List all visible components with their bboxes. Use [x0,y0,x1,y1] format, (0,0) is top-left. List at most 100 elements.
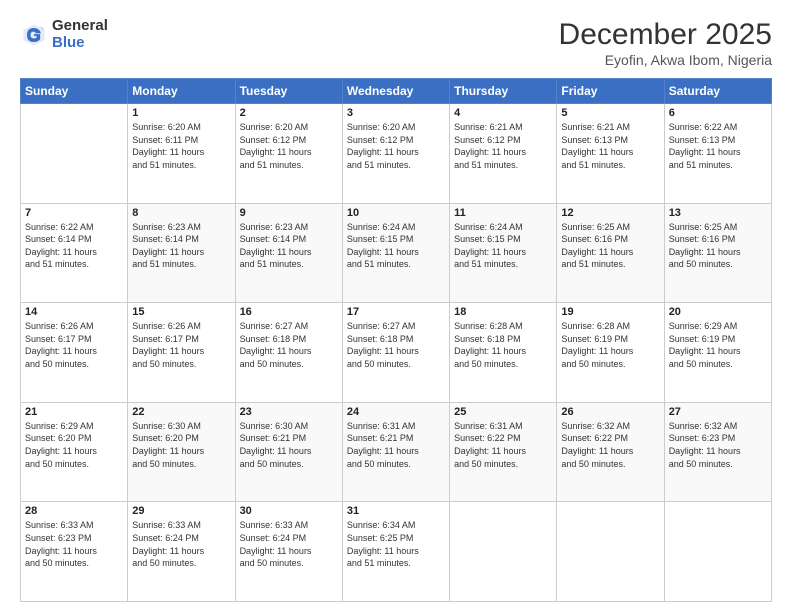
calendar-cell: 16 Sunrise: 6:27 AM Sunset: 6:18 PM Dayli… [235,303,342,403]
calendar-week-5: 28 Sunrise: 6:33 AM Sunset: 6:23 PM Dayli… [21,502,772,602]
day-info: Sunrise: 6:20 AM Sunset: 6:12 PM Dayligh… [347,121,445,171]
calendar-cell: 30 Sunrise: 6:33 AM Sunset: 6:24 PM Dayli… [235,502,342,602]
calendar-body: 1 Sunrise: 6:20 AM Sunset: 6:11 PM Daylig… [21,104,772,602]
day-info: Sunrise: 6:30 AM Sunset: 6:20 PM Dayligh… [132,420,230,470]
calendar-cell: 10 Sunrise: 6:24 AM Sunset: 6:15 PM Dayli… [342,203,449,303]
day-number: 5 [561,107,659,119]
calendar-cell: 22 Sunrise: 6:30 AM Sunset: 6:20 PM Dayli… [128,402,235,502]
page: General Blue December 2025 Eyofin, Akwa … [0,0,792,612]
calendar-cell [557,502,664,602]
generalblue-logo-icon [20,21,48,49]
day-info: Sunrise: 6:24 AM Sunset: 6:15 PM Dayligh… [454,221,552,271]
day-info: Sunrise: 6:33 AM Sunset: 6:23 PM Dayligh… [25,519,123,569]
calendar-cell: 6Sunrise: 6:22 AM Sunset: 6:13 PM Daylig… [664,104,771,204]
calendar-cell: 15Sunrise: 6:26 AM Sunset: 6:17 PM Dayli… [128,303,235,403]
calendar-cell: 18 Sunrise: 6:28 AM Sunset: 6:18 PM Dayli… [450,303,557,403]
day-info: Sunrise: 6:33 AM Sunset: 6:24 PM Dayligh… [240,519,338,569]
day-number: 20 [669,306,767,318]
calendar-cell: 11 Sunrise: 6:24 AM Sunset: 6:15 PM Dayli… [450,203,557,303]
day-number: 18 [454,306,552,318]
calendar-week-2: 7Sunrise: 6:22 AM Sunset: 6:14 PM Daylig… [21,203,772,303]
calendar-cell [21,104,128,204]
calendar-week-4: 21Sunrise: 6:29 AM Sunset: 6:20 PM Dayli… [21,402,772,502]
day-number: 23 [240,406,338,418]
day-info: Sunrise: 6:28 AM Sunset: 6:18 PM Dayligh… [454,320,552,370]
weekday-header-tuesday: Tuesday [235,79,342,104]
day-info: Sunrise: 6:31 AM Sunset: 6:21 PM Dayligh… [347,420,445,470]
day-number: 17 [347,306,445,318]
calendar-cell: 20 Sunrise: 6:29 AM Sunset: 6:19 PM Dayli… [664,303,771,403]
day-number: 3 [347,107,445,119]
day-info: Sunrise: 6:33 AM Sunset: 6:24 PM Dayligh… [132,519,230,569]
logo-blue: Blue [52,35,108,52]
day-number: 24 [347,406,445,418]
calendar-cell: 5 Sunrise: 6:21 AM Sunset: 6:13 PM Daylig… [557,104,664,204]
calendar-cell: 24 Sunrise: 6:31 AM Sunset: 6:21 PM Dayli… [342,402,449,502]
day-info: Sunrise: 6:30 AM Sunset: 6:21 PM Dayligh… [240,420,338,470]
calendar-cell: 13Sunrise: 6:25 AM Sunset: 6:16 PM Dayli… [664,203,771,303]
day-number: 9 [240,207,338,219]
weekday-header-monday: Monday [128,79,235,104]
day-info: Sunrise: 6:24 AM Sunset: 6:15 PM Dayligh… [347,221,445,271]
day-number: 22 [132,406,230,418]
calendar-cell: 2 Sunrise: 6:20 AM Sunset: 6:12 PM Daylig… [235,104,342,204]
day-number: 29 [132,505,230,517]
day-info: Sunrise: 6:31 AM Sunset: 6:22 PM Dayligh… [454,420,552,470]
day-number: 15 [132,306,230,318]
day-number: 31 [347,505,445,517]
calendar-cell: 26Sunrise: 6:32 AM Sunset: 6:22 PM Dayli… [557,402,664,502]
day-info: Sunrise: 6:27 AM Sunset: 6:18 PM Dayligh… [347,320,445,370]
day-number: 16 [240,306,338,318]
weekday-header-wednesday: Wednesday [342,79,449,104]
day-number: 28 [25,505,123,517]
calendar-cell: 17 Sunrise: 6:27 AM Sunset: 6:18 PM Dayli… [342,303,449,403]
weekday-header-friday: Friday [557,79,664,104]
day-info: Sunrise: 6:32 AM Sunset: 6:22 PM Dayligh… [561,420,659,470]
calendar-cell: 14 Sunrise: 6:26 AM Sunset: 6:17 PM Dayli… [21,303,128,403]
day-info: Sunrise: 6:23 AM Sunset: 6:14 PM Dayligh… [240,221,338,271]
day-info: Sunrise: 6:20 AM Sunset: 6:12 PM Dayligh… [240,121,338,171]
day-number: 27 [669,406,767,418]
day-number: 2 [240,107,338,119]
day-number: 11 [454,207,552,219]
calendar-cell: 9 Sunrise: 6:23 AM Sunset: 6:14 PM Daylig… [235,203,342,303]
day-info: Sunrise: 6:20 AM Sunset: 6:11 PM Dayligh… [132,121,230,171]
logo-text: General Blue [52,18,108,51]
day-number: 12 [561,207,659,219]
day-info: Sunrise: 6:29 AM Sunset: 6:20 PM Dayligh… [25,420,123,470]
day-number: 25 [454,406,552,418]
calendar-cell: 23 Sunrise: 6:30 AM Sunset: 6:21 PM Dayli… [235,402,342,502]
day-number: 10 [347,207,445,219]
calendar-cell: 19 Sunrise: 6:28 AM Sunset: 6:19 PM Dayli… [557,303,664,403]
calendar-cell: 8Sunrise: 6:23 AM Sunset: 6:14 PM Daylig… [128,203,235,303]
day-info: Sunrise: 6:21 AM Sunset: 6:13 PM Dayligh… [561,121,659,171]
calendar-cell: 3 Sunrise: 6:20 AM Sunset: 6:12 PM Daylig… [342,104,449,204]
day-number: 13 [669,207,767,219]
day-number: 19 [561,306,659,318]
day-number: 30 [240,505,338,517]
calendar-cell: 28 Sunrise: 6:33 AM Sunset: 6:23 PM Dayli… [21,502,128,602]
calendar-cell: 12 Sunrise: 6:25 AM Sunset: 6:16 PM Dayli… [557,203,664,303]
calendar-cell [664,502,771,602]
logo-general: General [52,18,108,35]
calendar-cell: 29 Sunrise: 6:33 AM Sunset: 6:24 PM Dayli… [128,502,235,602]
title-area: December 2025 Eyofin, Akwa Ibom, Nigeria [559,18,772,68]
day-info: Sunrise: 6:25 AM Sunset: 6:16 PM Dayligh… [561,221,659,271]
day-info: Sunrise: 6:22 AM Sunset: 6:13 PM Dayligh… [669,121,767,171]
calendar-cell: 1 Sunrise: 6:20 AM Sunset: 6:11 PM Daylig… [128,104,235,204]
day-info: Sunrise: 6:21 AM Sunset: 6:12 PM Dayligh… [454,121,552,171]
month-title: December 2025 [559,18,772,52]
day-info: Sunrise: 6:29 AM Sunset: 6:19 PM Dayligh… [669,320,767,370]
calendar-cell: 31 Sunrise: 6:34 AM Sunset: 6:25 PM Dayli… [342,502,449,602]
day-info: Sunrise: 6:34 AM Sunset: 6:25 PM Dayligh… [347,519,445,569]
day-info: Sunrise: 6:26 AM Sunset: 6:17 PM Dayligh… [25,320,123,370]
calendar-week-1: 1 Sunrise: 6:20 AM Sunset: 6:11 PM Daylig… [21,104,772,204]
location-subtitle: Eyofin, Akwa Ibom, Nigeria [559,52,772,68]
day-number: 8 [132,207,230,219]
day-number: 14 [25,306,123,318]
day-info: Sunrise: 6:28 AM Sunset: 6:19 PM Dayligh… [561,320,659,370]
day-info: Sunrise: 6:27 AM Sunset: 6:18 PM Dayligh… [240,320,338,370]
day-number: 1 [132,107,230,119]
header: General Blue December 2025 Eyofin, Akwa … [20,18,772,68]
calendar-table: SundayMondayTuesdayWednesdayThursdayFrid… [20,78,772,602]
